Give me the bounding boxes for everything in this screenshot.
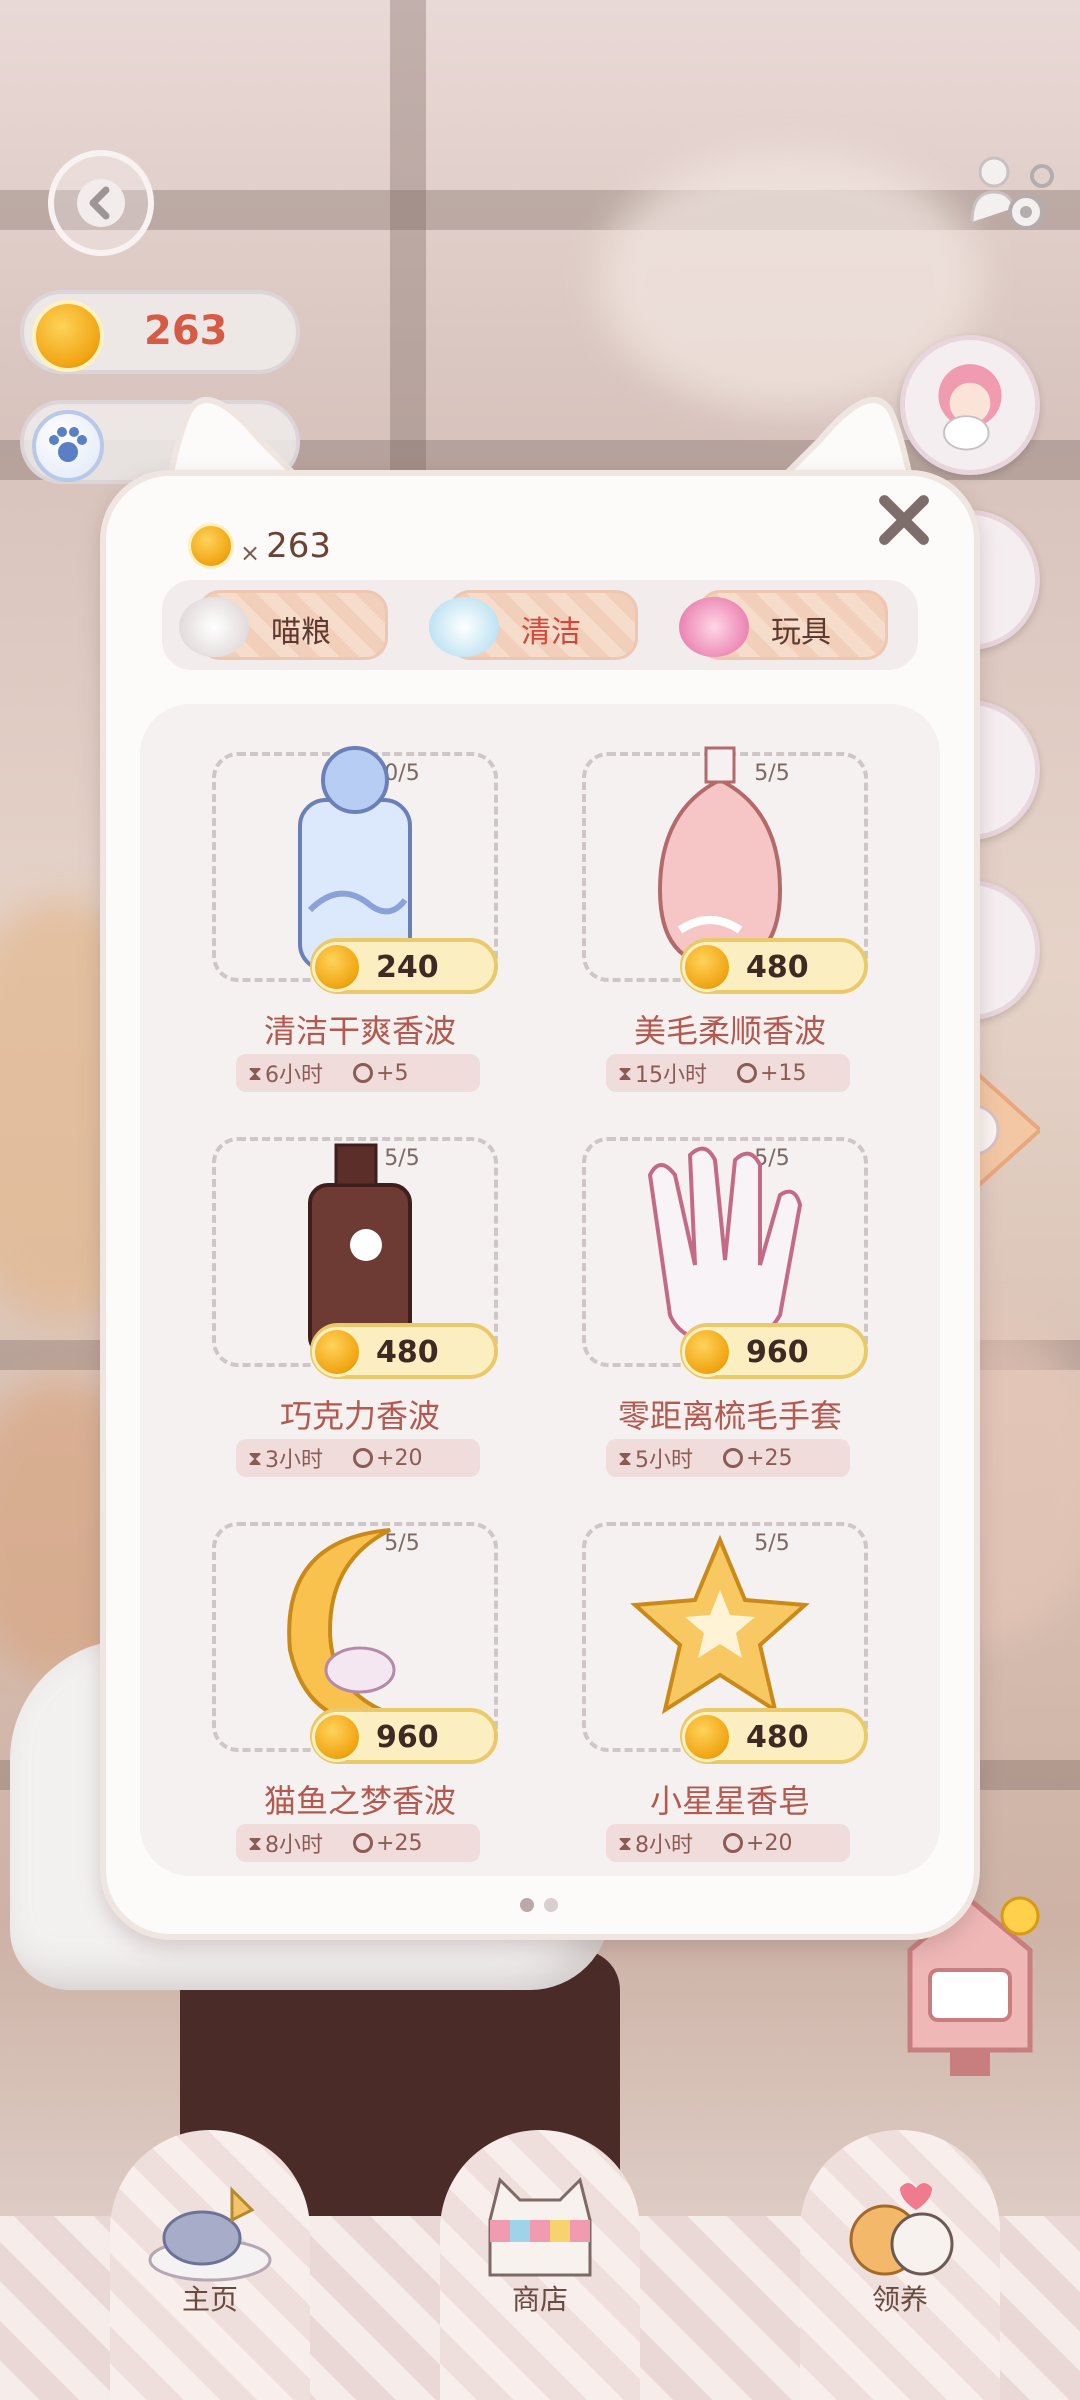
hourglass-icon: ⧗ (248, 1446, 263, 1470)
nav-adopt[interactable]: 领养 (800, 2130, 1000, 2400)
cat-coin-icon (682, 1712, 732, 1762)
item-name: 猫鱼之梦香波 (263, 1782, 456, 1820)
close-button[interactable] (868, 484, 940, 556)
bowl-icon (723, 1833, 744, 1853)
item-card[interactable]: 5/5 960 零距离梳毛手套 ⧗ 5小时 +25 (510, 1085, 868, 1477)
cat-coin-icon (312, 1327, 362, 1377)
item-card[interactable]: 5/5 480 美毛柔顺香波 ⧗ 15小时 +15 (510, 700, 868, 1092)
back-button[interactable] (48, 150, 154, 256)
item-card[interactable]: 5/5 480 巧克力香波 ⧗ 3小时 +20 (140, 1085, 498, 1477)
cat-coin-icon (312, 1712, 362, 1762)
item-card[interactable]: 5/5 480 小星星香皂 ⧗ 8小时 +20 (510, 1470, 868, 1862)
bowl-icon (353, 1448, 374, 1468)
paw-icon (32, 410, 104, 482)
nav-label: 商店 (511, 2283, 568, 2316)
price-tag: 480 (310, 1323, 498, 1379)
tab-label: 玩具 (771, 615, 831, 650)
tab-toys[interactable]: 玩具 (679, 590, 888, 660)
hourglass-icon: ⧗ (248, 1061, 263, 1085)
tab-label: 清洁 (521, 615, 581, 650)
tab-cleaning[interactable]: 清洁 (429, 590, 638, 660)
bowl-icon (353, 1063, 374, 1083)
item-stats: ⧗ 8小时 +25 (236, 1824, 480, 1862)
cat-shop-icon (488, 2177, 592, 2277)
cat-coin-icon (188, 523, 234, 569)
nav-home[interactable]: 主页 (110, 2130, 310, 2400)
hourglass-icon: ⧗ (248, 1831, 263, 1855)
price-tag: 960 (310, 1708, 498, 1764)
page-indicator[interactable] (520, 1898, 558, 1912)
item-name: 零距离梳毛手套 (617, 1397, 842, 1435)
price-tag: 240 (310, 938, 498, 994)
item-name: 小星星香皂 (649, 1782, 810, 1820)
cat-coin-icon (682, 1327, 732, 1377)
bowl-icon (723, 1448, 744, 1468)
bathtub-icon (429, 597, 499, 657)
category-tabs: 喵粮 清洁 玩具 (162, 580, 918, 670)
price-tag: 960 (680, 1323, 868, 1379)
item-card[interactable]: 5/5 960 猫鱼之梦香波 ⧗ 8小时 +25 (140, 1470, 498, 1862)
page-dot-1[interactable] (520, 1898, 534, 1912)
close-icon (879, 495, 929, 545)
item-card[interactable]: 0/5 240 清洁干爽香波 ⧗ 6小时 +5 (140, 700, 498, 1092)
chevron-left-icon (77, 179, 125, 227)
bowl-icon (737, 1063, 758, 1083)
nav-shop[interactable]: 商店 (440, 2130, 640, 2400)
nav-label: 领养 (871, 2283, 928, 2316)
fish-bowl-icon (179, 597, 249, 657)
item-stats: ⧗ 8小时 +20 (606, 1824, 850, 1862)
adopt-cats-icon (849, 2183, 954, 2276)
modal-coin-balance: × 263 (188, 520, 331, 572)
cat-coin-icon (32, 300, 104, 372)
item-name: 巧克力香波 (279, 1397, 440, 1435)
cat-coin-icon (312, 942, 362, 992)
bowl-icon (353, 1833, 374, 1853)
tab-cat-food[interactable]: 喵粮 (179, 590, 388, 660)
tab-label: 喵粮 (271, 615, 331, 650)
item-name: 清洁干爽香波 (263, 1012, 456, 1050)
coin-balance-value: 263 (144, 308, 228, 354)
multiplier-sign: × (240, 539, 261, 567)
price-tag: 480 (680, 938, 868, 994)
coin-balance-bar: 263 (20, 290, 300, 374)
nav-label: 主页 (181, 2283, 238, 2316)
yarn-ball-icon (679, 597, 749, 657)
price-tag: 480 (680, 1708, 868, 1764)
hourglass-icon: ⧗ (618, 1446, 633, 1470)
hourglass-icon: ⧗ (618, 1831, 633, 1855)
hourglass-icon: ⧗ (618, 1061, 633, 1085)
cat-coin-icon (682, 942, 732, 992)
user-settings-icon[interactable] (964, 150, 1054, 240)
cat-home-icon (148, 2186, 272, 2282)
item-name: 美毛柔顺香波 (633, 1012, 826, 1050)
page-dot-2[interactable] (544, 1898, 558, 1912)
modal-balance-value: 263 (266, 526, 332, 566)
